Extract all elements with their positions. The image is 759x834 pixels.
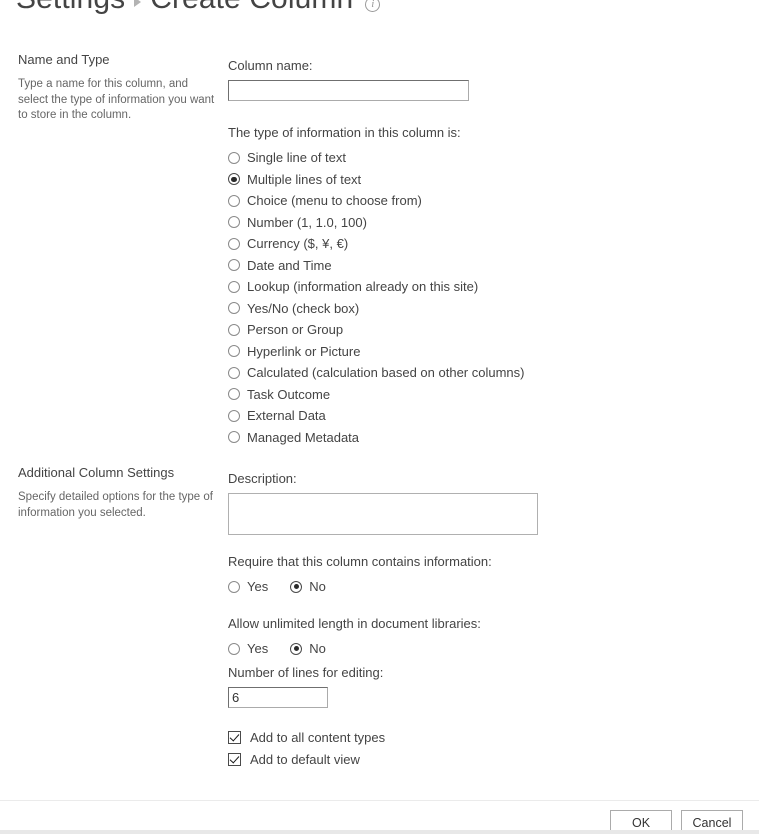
- footer-bar: [0, 830, 759, 834]
- require-info-option[interactable]: Yes: [228, 576, 268, 598]
- column-type-option-label: Date and Time: [247, 257, 332, 273]
- radio-icon[interactable]: [228, 323, 240, 336]
- column-type-option[interactable]: Calculated (calculation based on other c…: [228, 362, 628, 384]
- column-type-option[interactable]: Hyperlink or Picture: [228, 341, 628, 363]
- require-info-option-label: Yes: [247, 579, 269, 595]
- checkbox-icon[interactable]: [228, 752, 241, 766]
- radio-icon[interactable]: [228, 302, 240, 315]
- radio-icon[interactable]: [228, 151, 240, 164]
- column-type-option-label: External Data: [247, 408, 326, 424]
- column-type-option[interactable]: Person or Group: [228, 319, 628, 341]
- column-type-option-label: Person or Group: [247, 322, 344, 338]
- footer-divider: [0, 800, 759, 801]
- unlimited-length-option-label: No: [309, 641, 326, 657]
- breadcrumb-settings-link[interactable]: Settings: [16, 0, 125, 16]
- radio-icon[interactable]: [290, 642, 303, 655]
- section-additional-settings: Additional Column Settings Specify detai…: [18, 465, 218, 521]
- unlimited-length-label: Allow unlimited length in document libra…: [228, 616, 481, 631]
- column-type-option-label: Yes/No (check box): [247, 300, 360, 316]
- page-title: Create Column: [150, 0, 353, 16]
- unlimited-length-option-label: Yes: [247, 641, 269, 657]
- radio-icon[interactable]: [228, 345, 240, 358]
- radio-icon[interactable]: [228, 431, 240, 444]
- column-type-option-label: Managed Metadata: [247, 429, 360, 445]
- column-type-group: The type of information in this column i…: [228, 125, 628, 448]
- column-type-option[interactable]: Single line of text: [228, 147, 628, 169]
- column-type-option[interactable]: Choice (menu to choose from): [228, 190, 628, 212]
- require-info-label: Require that this column contains inform…: [228, 554, 492, 569]
- column-type-label: The type of information in this column i…: [228, 125, 461, 140]
- section-description-name-and-type: Type a name for this column, and select …: [18, 78, 215, 121]
- column-type-option[interactable]: Task Outcome: [228, 384, 628, 406]
- unlimited-length-option[interactable]: No: [290, 638, 326, 660]
- number-of-lines-input[interactable]: [228, 687, 328, 708]
- info-circle-icon[interactable]: i: [365, 0, 381, 12]
- radio-icon[interactable]: [228, 216, 240, 229]
- column-type-option[interactable]: Managed Metadata: [228, 427, 628, 449]
- checkbox-label: Add to all content types: [250, 729, 386, 745]
- require-info-option-label: No: [309, 579, 326, 595]
- radio-icon[interactable]: [290, 580, 303, 593]
- column-type-option[interactable]: Yes/No (check box): [228, 298, 628, 320]
- unlimited-length-options: Yes No: [228, 638, 628, 660]
- column-type-options: Single line of text Multiple lines of tex…: [228, 147, 628, 448]
- column-type-option[interactable]: Date and Time: [228, 255, 628, 277]
- section-title-additional-settings: Additional Column Settings: [18, 465, 175, 480]
- column-type-option[interactable]: Lookup (information already on this site…: [228, 276, 628, 298]
- checkbox-icon[interactable]: [228, 730, 241, 744]
- column-name-field: Column name:: [228, 58, 628, 101]
- radio-icon[interactable]: [228, 642, 240, 655]
- column-type-option-label: Hyperlink or Picture: [247, 343, 361, 359]
- section-title-name-and-type: Name and Type: [18, 52, 110, 67]
- radio-icon[interactable]: [228, 409, 240, 422]
- column-type-option-label: Choice (menu to choose from): [247, 193, 422, 209]
- column-type-option-label: Number (1, 1.0, 100): [247, 214, 367, 230]
- radio-icon[interactable]: [228, 388, 240, 401]
- radio-icon[interactable]: [228, 259, 240, 272]
- require-info-options: Yes No: [228, 576, 628, 598]
- column-type-option[interactable]: Multiple lines of text: [228, 169, 628, 191]
- radio-icon[interactable]: [228, 194, 240, 207]
- number-of-lines-field: Number of lines for editing:: [228, 665, 628, 708]
- create-column-page: Settings Create Column i Name and Type T…: [0, 0, 759, 834]
- radio-icon[interactable]: [228, 280, 240, 293]
- radio-icon[interactable]: [228, 580, 240, 593]
- column-name-input[interactable]: [228, 80, 469, 101]
- description-field: Description:: [228, 471, 628, 540]
- column-type-option-label: Multiple lines of text: [247, 171, 362, 187]
- radio-icon[interactable]: [228, 173, 240, 186]
- column-type-option[interactable]: Currency ($, ¥, €): [228, 233, 628, 255]
- column-type-option[interactable]: External Data: [228, 405, 628, 427]
- checkbox-row[interactable]: Add to all content types: [228, 726, 628, 748]
- options-checkbox-group: Add to all content types Add to default v…: [228, 726, 628, 770]
- number-of-lines-label: Number of lines for editing:: [228, 665, 384, 680]
- description-label: Description:: [228, 471, 297, 486]
- chevron-right-icon: [134, 0, 142, 7]
- unlimited-length-option[interactable]: Yes: [228, 638, 268, 660]
- radio-icon[interactable]: [228, 366, 240, 379]
- column-type-option-label: Task Outcome: [247, 386, 331, 402]
- column-type-option-label: Single line of text: [247, 150, 347, 166]
- checkbox-label: Add to default view: [250, 751, 360, 767]
- require-info-group: Require that this column contains inform…: [228, 554, 628, 598]
- breadcrumb: Settings Create Column i: [16, 0, 381, 16]
- column-type-option-label: Calculated (calculation based on other c…: [247, 365, 525, 381]
- unlimited-length-group: Allow unlimited length in document libra…: [228, 616, 628, 660]
- require-info-option[interactable]: No: [290, 576, 326, 598]
- section-description-additional-settings: Specify detailed options for the type of…: [18, 491, 213, 519]
- checkbox-row[interactable]: Add to default view: [228, 748, 628, 770]
- column-name-label: Column name:: [228, 58, 313, 73]
- column-type-option-label: Lookup (information already on this site…: [247, 279, 479, 295]
- column-type-option[interactable]: Number (1, 1.0, 100): [228, 212, 628, 234]
- radio-icon[interactable]: [228, 237, 240, 250]
- section-name-and-type: Name and Type Type a name for this colum…: [18, 52, 218, 124]
- description-input[interactable]: [228, 493, 538, 535]
- column-type-option-label: Currency ($, ¥, €): [247, 236, 349, 252]
